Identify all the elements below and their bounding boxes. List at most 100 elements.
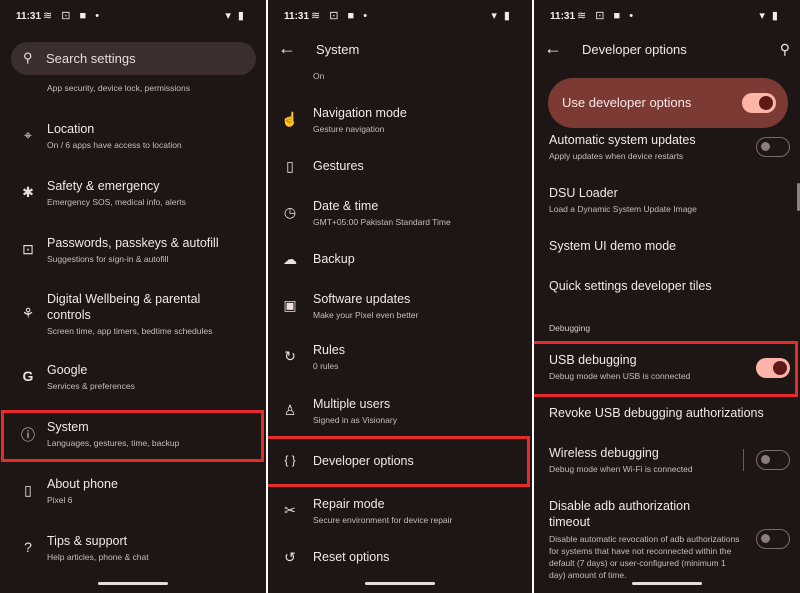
rules-icon: ↻	[284, 348, 296, 364]
item-subtitle: Load a Dynamic System Update Image	[549, 204, 697, 214]
item-title: Digital Wellbeing & parental controls	[47, 292, 201, 322]
item-title: Safety & emergency	[47, 179, 160, 193]
item-title: Passwords, passkeys & autofill	[47, 236, 219, 250]
item-subtitle: Help articles, phone & chat	[47, 552, 149, 562]
use-developer-options-card[interactable]: Use developer options	[548, 78, 788, 128]
item-title: About phone	[47, 477, 118, 491]
dev-item-wireless-debugging[interactable]: Wireless debugging Debug mode when Wi-Fi…	[534, 445, 800, 485]
item-title: Software updates	[313, 292, 411, 306]
tools-icon: ✂	[284, 502, 296, 518]
item-subtitle: GMT+05:00 Pakistan Standard Time	[313, 217, 451, 227]
use-developer-options-toggle[interactable]	[742, 93, 776, 113]
settings-item-tips[interactable]: ? Tips & support Help articles, phone & …	[0, 533, 266, 573]
item-subtitle: Emergency SOS, medical info, alerts	[47, 197, 186, 207]
system-item-software-updates[interactable]: ▣ Software updates Make your Pixel even …	[268, 291, 532, 331]
app-bar: ← Developer options ⚲	[534, 32, 800, 68]
item-subtitle: Apply updates when device restarts	[549, 151, 684, 161]
dev-item-quick-settings-tiles[interactable]: Quick settings developer tiles	[534, 278, 800, 302]
security-item-partial[interactable]: App security, device lock, permissions	[0, 82, 266, 96]
help-icon: ?	[24, 539, 32, 555]
item-title: Revoke USB debugging authorizations	[549, 406, 764, 420]
item-title: Backup	[313, 252, 355, 266]
dev-item-automatic-system-updates[interactable]: Automatic system updates Apply updates w…	[534, 132, 800, 172]
item-title: Wireless debugging	[549, 446, 659, 460]
item-title: DSU Loader	[549, 186, 618, 200]
item-subtitle: Disable automatic revocation of adb auth…	[549, 534, 740, 580]
system-item-gestures[interactable]: ▯ Gestures	[268, 158, 532, 182]
item-subtitle: Gesture navigation	[313, 124, 385, 134]
item-title: System UI demo mode	[549, 239, 677, 253]
system-item-date-time[interactable]: ◷ Date & time GMT+05:00 Pakistan Standar…	[268, 198, 532, 238]
developer-options-panel: 11:31 ≋ ⊡ ■ • ▾ ▮ ← Developer options ⚲ …	[534, 0, 800, 593]
dev-item-system-ui-demo-mode[interactable]: System UI demo mode	[534, 238, 800, 262]
asterisk-icon: ✱	[22, 184, 34, 200]
gesture-handle[interactable]	[98, 582, 168, 585]
item-subtitle: Services & preferences	[47, 381, 135, 391]
notification-icons: ≋ ⊡ ■ •	[577, 10, 637, 22]
dev-item-revoke-usb-auth[interactable]: Revoke USB debugging authorizations	[534, 405, 800, 429]
back-arrow-icon[interactable]: ←	[544, 38, 562, 59]
settings-item-passwords[interactable]: ⊡ Passwords, passkeys & autofill Suggest…	[0, 235, 266, 275]
wireless-debugging-toggle[interactable]	[756, 450, 790, 470]
item-subtitle: Debug mode when Wi-Fi is connected	[549, 464, 693, 474]
status-bar: 11:31 ≋ ⊡ ■ • ▾ ▮	[268, 0, 532, 32]
system-item-reset-options[interactable]: ↺ Reset options	[268, 549, 532, 573]
automatic-updates-toggle[interactable]	[756, 137, 790, 157]
item-title: Tips & support	[47, 534, 128, 548]
adb-timeout-toggle[interactable]	[756, 529, 790, 549]
settings-item-safety[interactable]: ✱ Safety & emergency Emergency SOS, medi…	[0, 178, 266, 218]
settings-item-google[interactable]: G Google Services & preferences	[0, 362, 266, 402]
search-icon[interactable]: ⚲	[780, 41, 790, 58]
item-title: Rules	[313, 343, 345, 357]
item-subtitle: Make your Pixel even better	[313, 310, 419, 320]
system-item-repair-mode[interactable]: ✂ Repair mode Secure environment for dev…	[268, 496, 532, 536]
item-subtitle: Suggestions for sign-in & autofill	[47, 254, 169, 264]
item-subtitle: On	[313, 71, 325, 81]
system-item-rules[interactable]: ↻ Rules 0 rules	[268, 342, 532, 382]
item-subtitle: 0 rules	[313, 361, 339, 371]
wellbeing-icon: ⚘	[21, 305, 35, 321]
gesture-handle[interactable]	[365, 582, 435, 585]
status-time: 11:31	[16, 11, 42, 22]
cloud-icon: ☁	[283, 251, 297, 267]
wifi-battery-icon: ▾ ▮	[225, 10, 246, 22]
item-title: Automatic system updates	[549, 133, 696, 147]
item-subtitle: Secure environment for device repair	[313, 515, 453, 525]
divider	[743, 449, 744, 471]
dev-item-disable-adb-timeout[interactable]: Disable adb authorization timeout Disabl…	[534, 498, 800, 582]
notification-icons: ≋ ⊡ ■ •	[311, 10, 371, 22]
item-title: Disable adb authorization timeout	[549, 499, 691, 529]
clock-icon: ◷	[283, 204, 297, 220]
settings-item-wellbeing[interactable]: ⚘ Digital Wellbeing & parental controls …	[0, 291, 266, 341]
search-bar[interactable]: ⚲	[11, 42, 256, 75]
system-item-backup[interactable]: ☁ Backup	[268, 251, 532, 275]
gesture-handle[interactable]	[632, 582, 702, 585]
system-item-navigation-mode[interactable]: ☝ Navigation mode Gesture navigation	[268, 105, 532, 145]
search-input[interactable]	[46, 48, 246, 68]
phone-icon: ▯	[24, 482, 32, 498]
item-title: Location	[47, 122, 95, 136]
phone-gesture-icon: ▯	[286, 158, 294, 174]
back-arrow-icon[interactable]: ←	[278, 38, 296, 59]
system-item-multiple-users[interactable]: ♙ Multiple users Signed in as Visionary	[268, 396, 532, 436]
app-bar: ← System	[268, 32, 532, 68]
list-item-partial[interactable]: On	[268, 70, 532, 84]
status-bar: 11:31 ≋ ⊡ ■ • ▾ ▮	[0, 0, 266, 32]
item-title: Date & time	[313, 199, 379, 213]
status-time: 11:31	[284, 11, 310, 22]
dev-item-dsu-loader[interactable]: DSU Loader Load a Dynamic System Update …	[534, 185, 800, 225]
item-title: Navigation mode	[313, 106, 407, 120]
use-developer-options-label: Use developer options	[562, 95, 692, 110]
item-subtitle: Pixel 6	[47, 495, 73, 505]
notification-icons: ≋ ⊡ ■ •	[43, 10, 103, 22]
usb-debugging-highlight-box	[534, 341, 798, 397]
settings-item-about-phone[interactable]: ▯ About phone Pixel 6	[0, 476, 266, 516]
item-subtitle: Screen time, app timers, bedtime schedul…	[47, 326, 213, 336]
wifi-battery-icon: ▾ ▮	[759, 10, 780, 22]
item-subtitle: Signed in as Visionary	[313, 415, 397, 425]
status-bar: 11:31 ≋ ⊡ ■ • ▾ ▮	[534, 0, 800, 32]
item-title: Quick settings developer tiles	[549, 279, 712, 293]
settings-panel: 11:31 ≋ ⊡ ■ • ▾ ▮ ⚲ App security, device…	[0, 0, 266, 593]
settings-item-location[interactable]: ⌖ Location On / 6 apps have access to lo…	[0, 121, 266, 161]
gesture-icon: ☝	[281, 111, 299, 127]
